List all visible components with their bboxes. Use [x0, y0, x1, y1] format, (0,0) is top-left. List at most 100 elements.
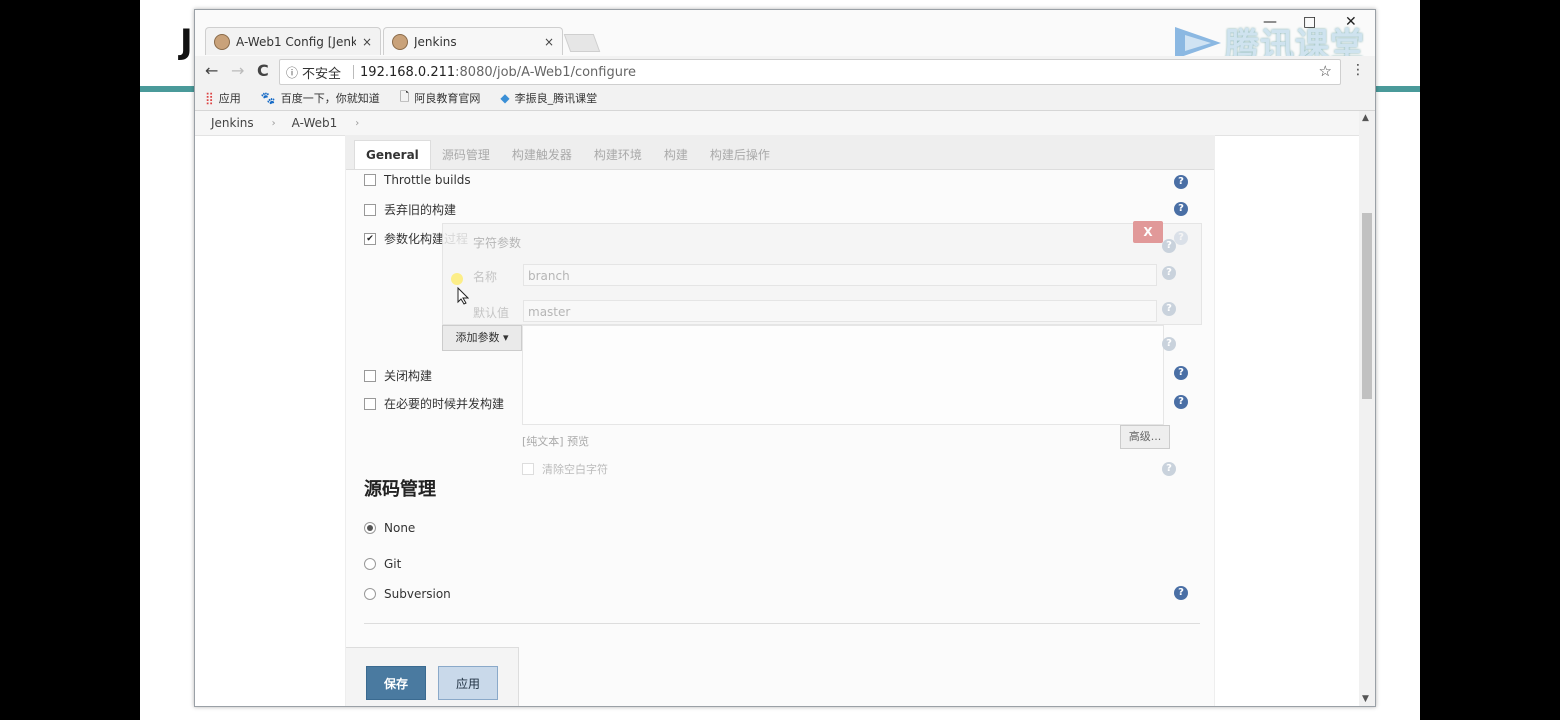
url-host: 192.168.0.211 [360, 64, 456, 80]
bookmark-star-icon[interactable]: ☆ [1319, 62, 1332, 80]
help-icon[interactable]: ? [1174, 202, 1188, 216]
cursor-highlight [451, 273, 463, 285]
minimize-icon[interactable]: — [1263, 14, 1277, 30]
tab-build[interactable]: 构建 [653, 141, 699, 169]
breadcrumb-jenkins[interactable]: Jenkins [211, 116, 254, 130]
tab-post-build[interactable]: 构建后操作 [699, 141, 781, 169]
parameterized-checkbox[interactable]: ✔ [364, 232, 376, 245]
maximize-icon[interactable]: □ [1303, 14, 1316, 30]
disable-checkbox[interactable] [364, 369, 376, 382]
help-icon[interactable]: ? [1162, 239, 1176, 253]
scm-option-svn: Subversion [364, 587, 451, 601]
scm-option-git: Git [364, 557, 401, 571]
apps-icon: ⣿ [205, 91, 214, 105]
option-label: 丢弃旧的构建 [384, 203, 457, 217]
diamond-icon: ◆ [500, 91, 510, 105]
help-icon[interactable]: ? [1162, 337, 1176, 351]
help-icon[interactable]: ? [1174, 175, 1188, 189]
mouse-cursor-icon [457, 287, 469, 305]
jenkins-favicon-icon [392, 33, 408, 50]
tab-strip: A-Web1 Config [Jenkins] × Jenkins × 腾讯课堂… [195, 10, 1375, 66]
apply-button[interactable]: 应用 [438, 666, 498, 700]
param-description-textarea[interactable] [522, 325, 1164, 425]
config-tabs: General 源码管理 构建触发器 构建环境 构建 构建后操作 [346, 135, 1214, 170]
scroll-down-icon[interactable]: ▼ [1362, 694, 1369, 704]
bookmark-label: 李振良_腾讯课堂 [514, 92, 598, 105]
advanced-button[interactable]: 高级... [1120, 425, 1170, 449]
discard-checkbox[interactable] [364, 203, 376, 216]
insecure-label: 不安全 [302, 66, 342, 82]
page-scrollbar[interactable]: ▲ ▼ [1359, 111, 1375, 706]
scroll-thumb[interactable] [1362, 213, 1372, 399]
config-panel: General 源码管理 构建触发器 构建环境 构建 构建后操作 Throttl… [345, 135, 1215, 706]
window-close-icon[interactable]: ✕ [1345, 14, 1357, 30]
bookmarks-bar: ⣿ 应用 🐾 百度一下，你就知道 🗋 阿良教育官网 ◆ 李振良_腾讯课堂 [195, 86, 1375, 111]
tab-close-icon[interactable]: × [544, 35, 554, 49]
browser-menu-icon[interactable]: ⋮ [1351, 62, 1365, 78]
scm-option-none: None [364, 521, 415, 535]
param-name-label: 名称 [473, 270, 498, 284]
breadcrumb-a-web1[interactable]: A-Web1 [292, 116, 338, 130]
help-icon[interactable]: ? [1162, 266, 1176, 280]
option-discard: 丢弃旧的构建 [364, 201, 456, 218]
slide-letter: J [180, 22, 193, 62]
scm-none-radio[interactable] [364, 522, 376, 534]
bookmark-label: 百度一下，你就知道 [280, 92, 380, 105]
trim-checkbox[interactable] [522, 463, 534, 475]
string-parameter-panel: 字符参数 X 名称 branch 默认值 master [442, 221, 1202, 325]
option-label: 清除空白字符 [542, 463, 608, 476]
reload-icon[interactable]: C [257, 61, 269, 80]
param-name-input[interactable]: branch [523, 264, 1157, 286]
breadcrumb-separator-icon: › [355, 117, 360, 129]
scm-svn-radio[interactable] [364, 588, 376, 600]
forward-icon[interactable]: → [231, 61, 244, 80]
option-label: 在必要的时候并发构建 [384, 397, 505, 411]
scm-git-radio[interactable] [364, 558, 376, 570]
tab-triggers[interactable]: 构建触发器 [501, 141, 583, 169]
option-label: Throttle builds [384, 173, 471, 187]
bookmark-tencent[interactable]: ◆ 李振良_腾讯课堂 [500, 90, 597, 106]
param-default-label: 默认值 [473, 306, 510, 320]
tab-jenkins[interactable]: Jenkins × [383, 27, 563, 55]
option-disable: 关闭构建 [364, 367, 432, 384]
help-icon[interactable]: ? [1162, 302, 1176, 316]
new-tab-button[interactable] [563, 34, 601, 52]
scroll-up-icon[interactable]: ▲ [1362, 113, 1369, 123]
throttle-checkbox[interactable] [364, 174, 376, 186]
bookmark-baidu[interactable]: 🐾 百度一下，你就知道 [261, 90, 380, 106]
browser-window: A-Web1 Config [Jenkins] × Jenkins × 腾讯课堂… [194, 9, 1376, 707]
scm-section-title: 源码管理 [364, 479, 436, 500]
delete-param-button[interactable]: X [1133, 221, 1163, 243]
tab-title: A-Web1 Config [Jenkins] [236, 34, 356, 49]
add-param-dropdown[interactable]: 添加参数 ▾ [442, 325, 522, 351]
tab-scm[interactable]: 源码管理 [431, 141, 501, 169]
section-divider [364, 623, 1200, 624]
option-label: 关闭构建 [384, 369, 433, 383]
form-footer: 保存 应用 [346, 647, 519, 706]
breadcrumb-separator-icon: › [271, 117, 276, 129]
tab-config[interactable]: A-Web1 Config [Jenkins] × [205, 27, 381, 55]
preview-link[interactable]: [纯文本] 预览 [522, 433, 589, 449]
help-icon[interactable]: ? [1174, 366, 1188, 380]
help-icon[interactable]: ? [1174, 586, 1188, 600]
help-icon[interactable]: ? [1174, 395, 1188, 409]
bookmark-label: 阿良教育官网 [414, 92, 481, 105]
url-field[interactable]: ⓘ 不安全 192.168.0.211 :8080/job/A-Web1/con… [279, 59, 1341, 85]
trim-option: 清除空白字符 [522, 461, 608, 477]
url-separator [353, 65, 355, 79]
param-default-input[interactable]: master [523, 300, 1157, 322]
back-icon[interactable]: ← [205, 61, 218, 80]
save-button[interactable]: 保存 [366, 666, 426, 700]
bookmark-apps[interactable]: ⣿ 应用 [205, 90, 241, 106]
tab-close-icon[interactable]: × [362, 35, 372, 49]
tab-title: Jenkins [414, 34, 457, 49]
url-path: :8080/job/A-Web1/configure [455, 64, 637, 80]
info-icon[interactable]: ⓘ [286, 64, 298, 81]
concurrent-checkbox[interactable] [364, 397, 376, 410]
tab-build-env[interactable]: 构建环境 [583, 141, 653, 169]
help-icon[interactable]: ? [1162, 462, 1176, 476]
bookmark-aliang[interactable]: 🗋 阿良教育官网 [400, 88, 481, 109]
option-concurrent: 在必要的时候并发构建 [364, 395, 504, 412]
tab-general[interactable]: General [354, 140, 431, 169]
option-throttle: Throttle builds [364, 173, 471, 187]
